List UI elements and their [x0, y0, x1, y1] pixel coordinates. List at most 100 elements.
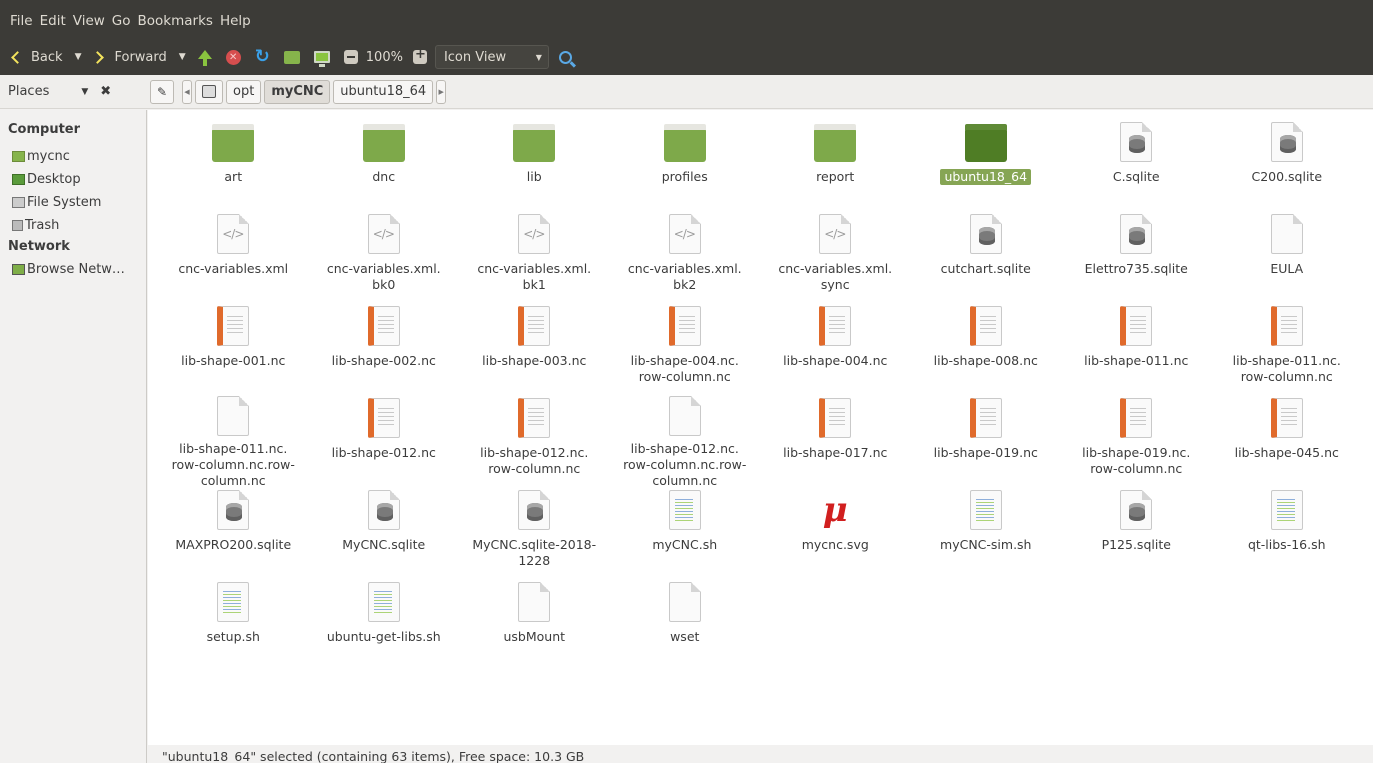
folder-icon	[211, 120, 255, 164]
breadcrumb-ubuntu18-64[interactable]: ubuntu18_64	[333, 79, 434, 104]
menu-go[interactable]: Go	[112, 13, 131, 29]
view-mode-select[interactable]: Icon View ▼	[434, 45, 549, 69]
sidebar-item-mycnc[interactable]: mycnc	[0, 145, 146, 168]
file-item[interactable]: ubuntu18_64	[911, 120, 1062, 212]
menu-bookmarks[interactable]: Bookmarks	[138, 13, 213, 29]
file-item[interactable]: C.sqlite	[1061, 120, 1212, 212]
script-file-icon	[211, 580, 255, 624]
file-item[interactable]: lib-shape-012.nc. row-column.nc	[459, 396, 610, 488]
text-file-icon	[1114, 396, 1158, 440]
file-item[interactable]: </> cnc-variables.xml	[158, 212, 309, 304]
file-name: EULA	[1270, 261, 1304, 276]
file-name: lib-shape-004.nc	[783, 353, 888, 368]
file-item[interactable]: lib-shape-001.nc	[158, 304, 309, 396]
edit-location-button[interactable]: ✎	[150, 79, 174, 104]
network-icon	[12, 264, 25, 275]
reload-icon[interactable]: ↻	[255, 48, 270, 66]
file-item[interactable]: profiles	[610, 120, 761, 212]
file-item[interactable]: P125.sqlite	[1061, 488, 1212, 580]
file-item[interactable]: lib-shape-012.nc	[309, 396, 460, 488]
file-item[interactable]: lib-shape-045.nc	[1212, 396, 1363, 488]
file-item[interactable]: MyCNC.sqlite-2018- 1228	[459, 488, 610, 580]
file-item[interactable]: lib-shape-011.nc. row-column.nc	[1212, 304, 1363, 396]
file-item[interactable]: setup.sh	[158, 580, 309, 672]
pencil-icon: ✎	[156, 84, 168, 99]
file-item[interactable]: ubuntu-get-libs.sh	[309, 580, 460, 672]
file-view[interactable]: art dnc lib profiles report ubuntu18_64 C.sqli…	[148, 110, 1373, 745]
file-item[interactable]: </> cnc-variables.xml. bk0	[309, 212, 460, 304]
breadcrumb-root-drive[interactable]	[195, 79, 223, 104]
breadcrumb-mycnc[interactable]: myCNC	[264, 79, 331, 104]
back-history-dropdown-icon[interactable]: ▼	[75, 52, 82, 62]
sidebar-item-label: Browse Netw…	[27, 262, 125, 277]
file-item[interactable]: </> cnc-variables.xml. bk1	[459, 212, 610, 304]
sidebar-item-file-system[interactable]: File System	[0, 191, 146, 214]
file-item[interactable]: report	[760, 120, 911, 212]
menu-file[interactable]: File	[10, 13, 33, 29]
file-name: lib-shape-003.nc	[482, 353, 587, 368]
file-item[interactable]: lib-shape-011.nc. row-column.nc.row- col…	[158, 396, 309, 488]
file-item[interactable]: C200.sqlite	[1212, 120, 1363, 212]
up-arrow-icon[interactable]	[197, 49, 212, 66]
toolbar: Back ▼ Forward ▼ ✕ ↻ 100% Icon View ▼	[0, 39, 1373, 75]
file-item[interactable]: lib-shape-004.nc. row-column.nc	[610, 304, 761, 396]
file-item[interactable]: lib-shape-004.nc	[760, 304, 911, 396]
file-item[interactable]: </> cnc-variables.xml. sync	[760, 212, 911, 304]
file-item[interactable]: lib-shape-017.nc	[760, 396, 911, 488]
computer-icon[interactable]	[313, 51, 330, 67]
search-icon[interactable]	[558, 50, 572, 64]
file-item[interactable]: lib-shape-019.nc. row-column.nc	[1061, 396, 1212, 488]
file-item[interactable]: Elettro735.sqlite	[1061, 212, 1212, 304]
file-item[interactable]: lib-shape-002.nc	[309, 304, 460, 396]
breadcrumb-scroll-left[interactable]: ◀	[182, 79, 192, 104]
file-item[interactable]: lib-shape-012.nc. row-column.nc.row- col…	[610, 396, 761, 488]
sidebar-item-trash[interactable]: Trash	[0, 214, 146, 237]
file-item[interactable]: cutchart.sqlite	[911, 212, 1062, 304]
file-item[interactable]: lib-shape-008.nc	[911, 304, 1062, 396]
breadcrumb-scroll-right[interactable]: ▶	[436, 79, 447, 104]
menu-view[interactable]: View	[73, 13, 105, 29]
places-label: Places	[8, 84, 50, 99]
file-item[interactable]: μ mycnc.svg	[760, 488, 911, 580]
file-item[interactable]: lib-shape-011.nc	[1061, 304, 1212, 396]
file-item[interactable]: lib-shape-003.nc	[459, 304, 610, 396]
close-sidebar-icon[interactable]: ✖	[100, 84, 111, 99]
database-icon	[1114, 212, 1158, 256]
file-item[interactable]: </> cnc-variables.xml. bk2	[610, 212, 761, 304]
xml-file-icon: </>	[211, 212, 255, 256]
file-name: MyCNC.sqlite-2018- 1228	[472, 537, 597, 568]
breadcrumb-opt[interactable]: opt	[226, 79, 262, 104]
text-file-icon	[1265, 396, 1309, 440]
file-name: usbMount	[503, 629, 566, 644]
sidebar-item-label: Trash	[25, 218, 60, 233]
file-name: mycnc.svg	[801, 537, 869, 552]
menu-help[interactable]: Help	[220, 13, 251, 29]
places-selector[interactable]: Places ▼ ✖	[8, 84, 150, 99]
file-item[interactable]: art	[158, 120, 309, 212]
zoom-in-icon[interactable]	[412, 47, 427, 64]
file-item[interactable]: usbMount	[459, 580, 610, 672]
file-item[interactable]: dnc	[309, 120, 460, 212]
file-name: qt-libs-16.sh	[1247, 537, 1326, 552]
file-item[interactable]: EULA	[1212, 212, 1363, 304]
file-item[interactable]: wset	[610, 580, 761, 672]
file-name: profiles	[661, 169, 708, 184]
home-folder-icon[interactable]	[283, 50, 300, 64]
file-item[interactable]: qt-libs-16.sh	[1212, 488, 1363, 580]
forward-button[interactable]: Forward ▼	[91, 50, 186, 65]
forward-history-dropdown-icon[interactable]: ▼	[179, 52, 186, 62]
file-item[interactable]: lib-shape-019.nc	[911, 396, 1062, 488]
file-item[interactable]: MyCNC.sqlite	[309, 488, 460, 580]
sidebar-item-desktop[interactable]: Desktop	[0, 168, 146, 191]
file-name: cnc-variables.xml. bk0	[326, 261, 441, 292]
file-item[interactable]: MAXPRO200.sqlite	[158, 488, 309, 580]
menu-edit[interactable]: Edit	[40, 13, 66, 29]
back-button[interactable]: Back ▼	[10, 50, 81, 65]
zoom-out-icon[interactable]	[343, 50, 358, 64]
file-item[interactable]: myCNC.sh	[610, 488, 761, 580]
file-item[interactable]: lib	[459, 120, 610, 212]
stop-icon[interactable]: ✕	[225, 49, 241, 65]
file-name: lib-shape-045.nc	[1234, 445, 1339, 460]
sidebar-item-browse-network[interactable]: Browse Netw…	[0, 258, 146, 281]
file-item[interactable]: myCNC-sim.sh	[911, 488, 1062, 580]
